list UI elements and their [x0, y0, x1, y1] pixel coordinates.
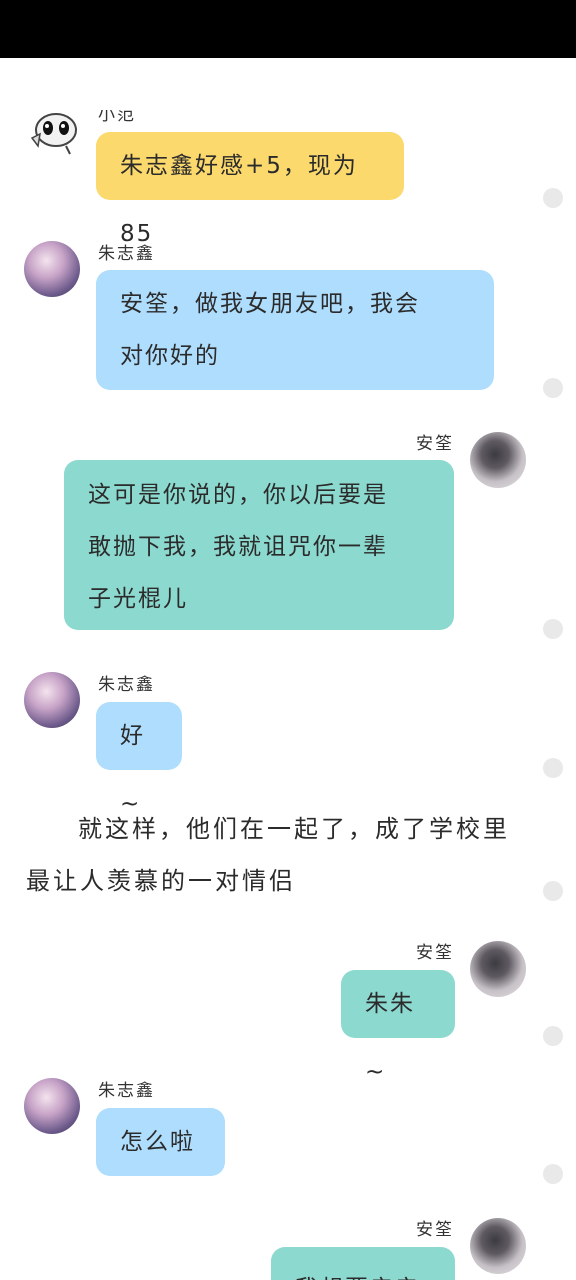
message-bubble[interactable]: 怎么啦: [96, 1108, 225, 1176]
message-bubble[interactable]: 朱志鑫好感+5，现为85: [96, 132, 404, 247]
message-bubble[interactable]: 这可是你说的，你以后要是 敢抛下我，我就诅咒你一辈 子光棍儿: [64, 460, 454, 630]
avatar[interactable]: [470, 941, 526, 997]
chat-area[interactable]: 小范 朱志鑫好感+5，现为85 朱志鑫 安筌，做我女朋友吧，我会 对你好的 安筌…: [0, 58, 576, 1280]
sender-name: 朱志鑫: [98, 675, 155, 695]
dot-icon[interactable]: [543, 758, 563, 778]
cartoon-face-icon[interactable]: [26, 108, 80, 162]
dot-icon[interactable]: [543, 1164, 563, 1184]
narration-text: 就这样，他们在一起了，成了学校里最让人羡慕的一对情侣: [26, 815, 510, 895]
dot-icon[interactable]: [543, 1026, 563, 1046]
sender-name: 朱志鑫: [98, 244, 155, 264]
status-bar: [0, 0, 576, 58]
message-bubble[interactable]: 安筌，做我女朋友吧，我会 对你好的: [96, 270, 494, 390]
message-bubble[interactable]: 我想要亲亲: [271, 1247, 455, 1280]
sender-name: 安筌: [416, 434, 454, 454]
message-bubble[interactable]: 朱朱~: [341, 970, 455, 1085]
sender-name: 安筌: [416, 943, 454, 963]
sender-name: 小范: [98, 105, 136, 125]
dot-icon[interactable]: [543, 881, 563, 901]
dot-icon[interactable]: [543, 619, 563, 639]
sender-name: 朱志鑫: [98, 1081, 155, 1101]
avatar[interactable]: [470, 1218, 526, 1274]
avatar[interactable]: [24, 241, 80, 297]
dot-icon[interactable]: [543, 378, 563, 398]
message-bubble[interactable]: 好~: [96, 702, 182, 817]
dot-icon[interactable]: [543, 188, 563, 208]
avatar[interactable]: [24, 672, 80, 728]
avatar[interactable]: [24, 1078, 80, 1134]
sender-name: 安筌: [416, 1220, 454, 1240]
avatar[interactable]: [470, 432, 526, 488]
